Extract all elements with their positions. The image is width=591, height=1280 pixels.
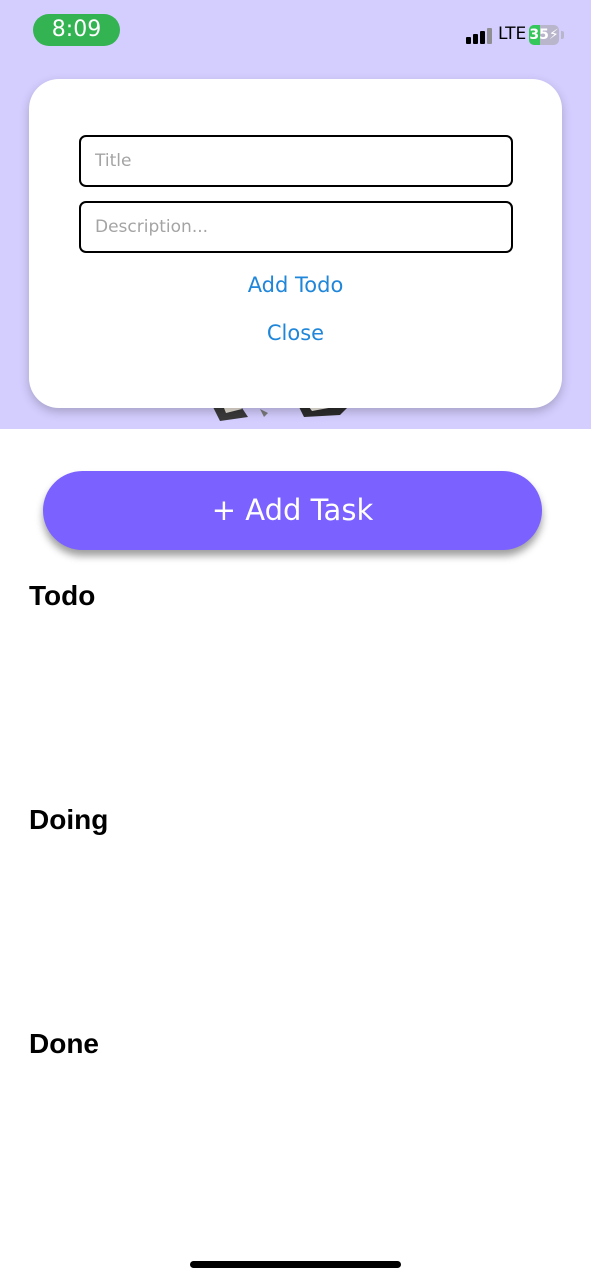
charging-bolt-icon: ⚡︎: [548, 27, 559, 43]
section-title-doing: Doing: [29, 804, 109, 835]
status-time: 8:09: [33, 14, 120, 46]
home-indicator[interactable]: [190, 1261, 401, 1268]
battery-level: 35: [529, 27, 549, 43]
description-input[interactable]: [79, 201, 513, 253]
battery-cap: [561, 31, 564, 39]
close-button[interactable]: Close: [29, 321, 562, 345]
section-title-done: Done: [29, 1028, 99, 1059]
section-title-todo: Todo: [29, 580, 96, 611]
add-todo-modal: Add Todo Close: [29, 79, 562, 408]
title-input[interactable]: [79, 135, 513, 187]
add-todo-button[interactable]: Add Todo: [29, 273, 562, 297]
cellular-signal-icon: [466, 28, 492, 44]
add-task-button[interactable]: + Add Task: [43, 471, 542, 550]
battery-icon: 35⚡︎: [529, 25, 559, 45]
network-type: LTE: [498, 24, 527, 44]
